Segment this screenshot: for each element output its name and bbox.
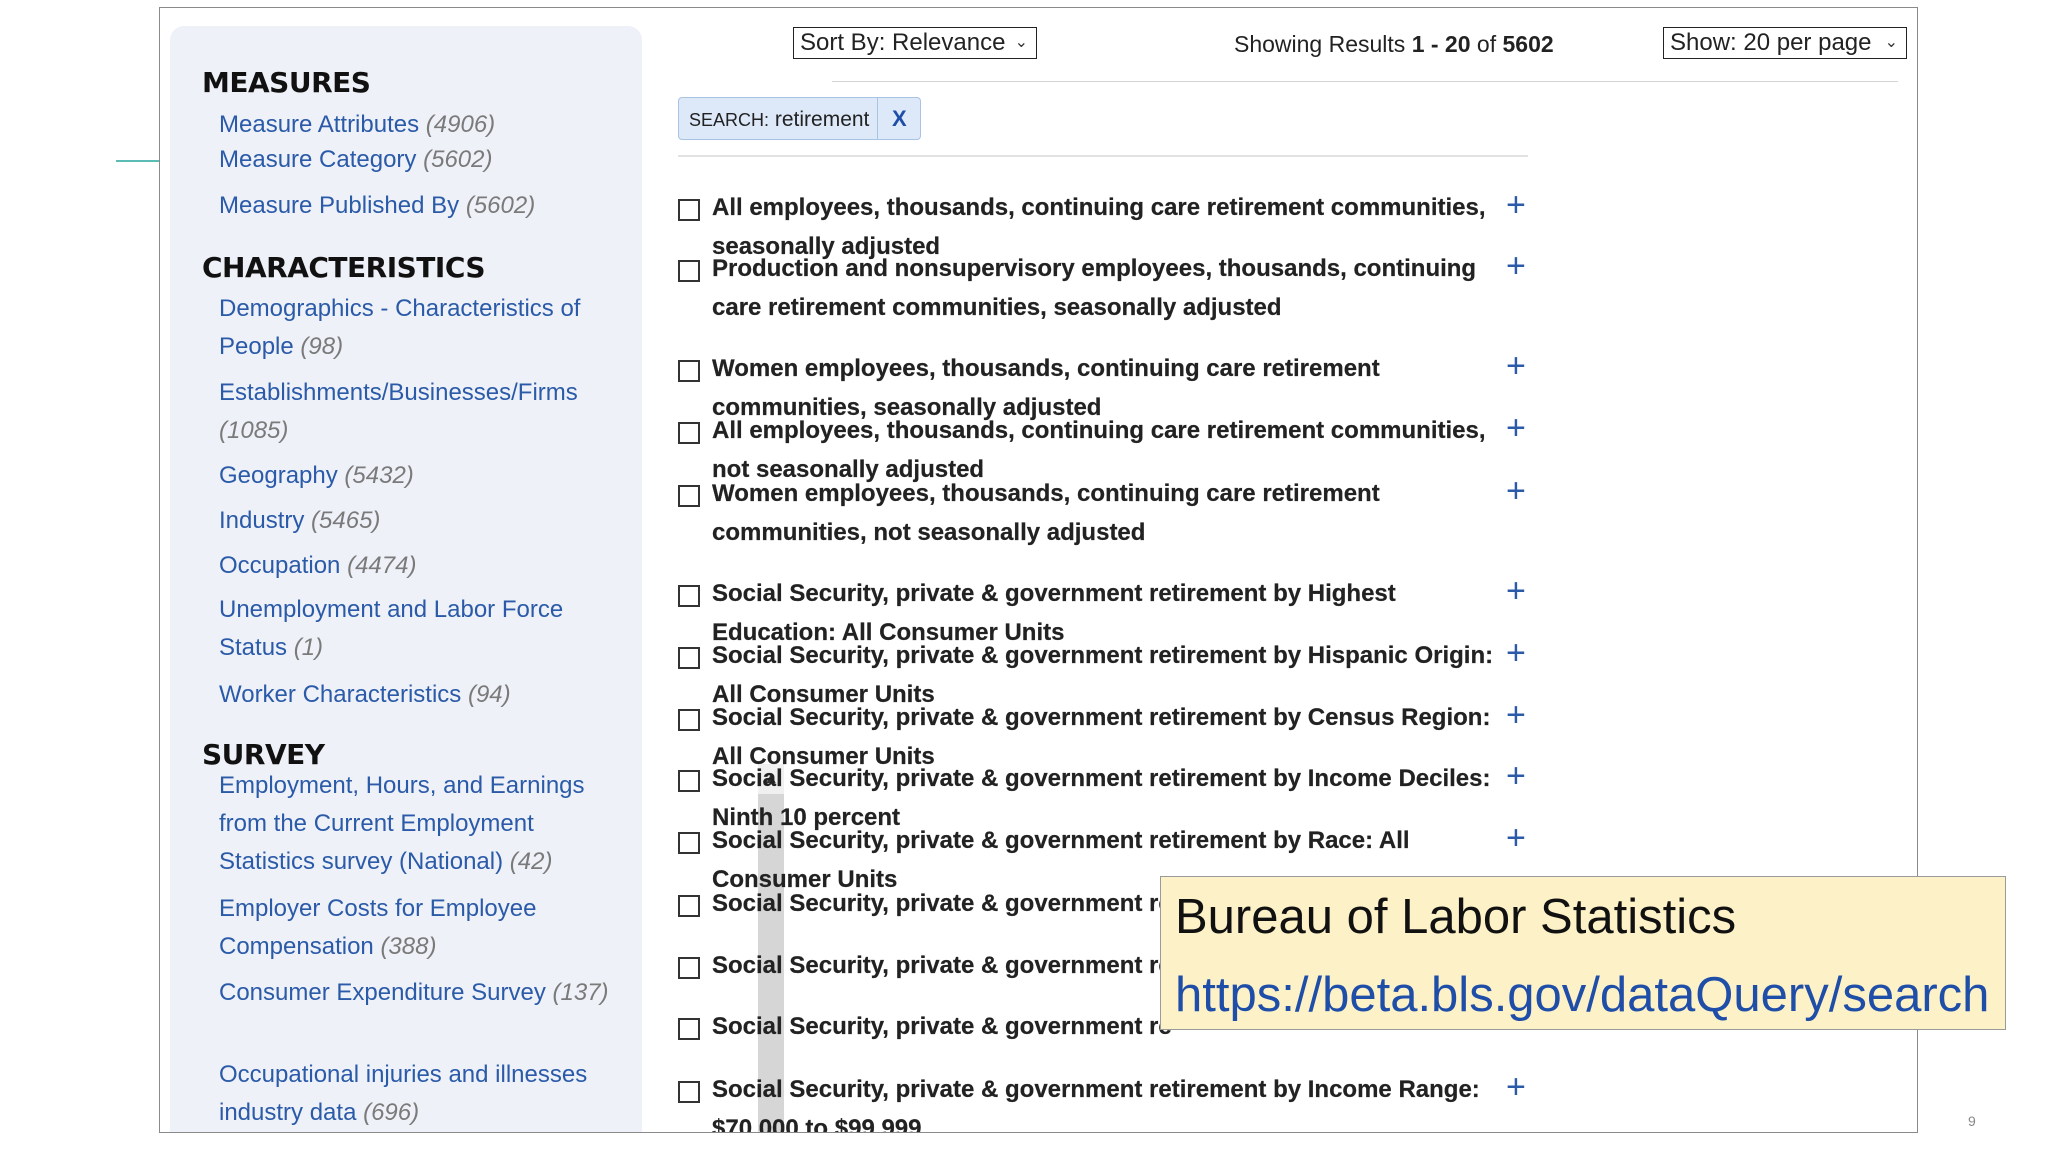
- results-divider: [678, 155, 1528, 157]
- facet-count: (4906): [425, 111, 496, 138]
- facet-unemployment[interactable]: Unemployment and Labor Force Status (1): [219, 591, 609, 667]
- facet-count: (5465): [311, 507, 381, 534]
- facet-measure-category[interactable]: Measure Category (5602): [219, 141, 609, 179]
- per-page-select[interactable]: Show: 20 per page ⌄: [1663, 27, 1907, 59]
- facet-label: Establishments/Businesses/Firms: [219, 379, 578, 406]
- per-page-value: Show: 20 per page: [1670, 29, 1872, 56]
- facet-label: Measure Attributes: [219, 111, 420, 138]
- plus-icon[interactable]: +: [1506, 1068, 1526, 1107]
- facet-demographics[interactable]: Demographics - Characteristics of People…: [219, 290, 609, 366]
- facet-establishments[interactable]: Establishments/Businesses/Firms (1085): [219, 374, 609, 450]
- chip-key: SEARCH:: [689, 110, 770, 130]
- callout-title: Bureau of Labor Statistics: [1175, 890, 1737, 944]
- facet-ces-survey[interactable]: Employment, Hours, and Earnings from the…: [219, 767, 609, 881]
- plus-icon[interactable]: +: [1506, 347, 1526, 386]
- plus-icon[interactable]: +: [1506, 572, 1526, 611]
- facet-label: Unemployment and Labor Force Status: [219, 596, 564, 661]
- facet-label: Consumer Expenditure Survey: [219, 979, 546, 1006]
- characteristics-heading: CHARACTERISTICS: [202, 251, 486, 284]
- facet-label: Worker Characteristics: [219, 681, 462, 708]
- facet-geography[interactable]: Geography (5432): [219, 457, 609, 495]
- plus-icon[interactable]: +: [1506, 757, 1526, 796]
- plus-icon[interactable]: +: [1506, 472, 1526, 511]
- facet-ecec[interactable]: Employer Costs for Employee Compensation…: [219, 890, 609, 966]
- slide-page-number: 9: [1968, 1113, 1976, 1129]
- plus-icon[interactable]: +: [1506, 634, 1526, 673]
- plus-icon[interactable]: +: [1506, 696, 1526, 735]
- facet-label: Geography: [219, 462, 338, 489]
- source-callout: Bureau of Labor Statistics https://beta.…: [1160, 876, 2006, 1030]
- facet-label: Measure Category: [219, 146, 417, 173]
- result-checkbox[interactable]: [678, 360, 700, 382]
- result-checkbox[interactable]: [678, 1081, 700, 1103]
- facet-measure-attributes[interactable]: Measure Attributes (4906): [219, 106, 609, 144]
- facet-consumer-expenditure[interactable]: Consumer Expenditure Survey (137): [219, 974, 609, 1012]
- slide-accent-line: [116, 160, 160, 162]
- result-title[interactable]: Women employees, thousands, continuing c…: [712, 474, 1492, 552]
- result-title[interactable]: Production and nonsupervisory employees,…: [712, 249, 1492, 327]
- chevron-down-icon: ⌄: [1014, 34, 1028, 51]
- result-checkbox[interactable]: [678, 585, 700, 607]
- facet-label: Industry: [219, 507, 305, 534]
- facet-count: (94): [467, 681, 511, 708]
- result-checkbox[interactable]: [678, 895, 700, 917]
- facet-occupation[interactable]: Occupation (4474): [219, 547, 609, 585]
- result-checkbox[interactable]: [678, 422, 700, 444]
- sort-by-value: Sort By: Relevance: [800, 29, 1006, 56]
- facet-count: (5602): [465, 192, 536, 219]
- result-title[interactable]: Social Security, private & government re…: [712, 1070, 1512, 1132]
- facet-label: Employer Costs for Employee Compensation: [219, 895, 537, 960]
- facet-count: (4474): [347, 552, 417, 579]
- facet-count: (1085): [219, 417, 289, 444]
- facet-count: (696): [363, 1099, 420, 1126]
- facet-industry[interactable]: Industry (5465): [219, 502, 609, 540]
- plus-icon[interactable]: +: [1506, 247, 1526, 286]
- callout-url-link[interactable]: https://beta.bls.gov/dataQuery/search: [1175, 967, 1989, 1023]
- results-total: 5602: [1502, 31, 1554, 57]
- facet-label: Demographics - Characteristics of People: [219, 295, 581, 360]
- results-prefix: Showing Results: [1234, 31, 1412, 57]
- facet-sidebar: MEASURES Measure Attributes (4906) Measu…: [170, 26, 642, 1132]
- facet-count: (137): [552, 979, 609, 1006]
- facet-count: (42): [509, 848, 553, 875]
- facet-count: (5432): [344, 462, 414, 489]
- result-checkbox[interactable]: [678, 832, 700, 854]
- chip-value: retirement: [774, 108, 870, 131]
- measures-heading: MEASURES: [202, 66, 371, 99]
- facet-count: (388): [380, 933, 437, 960]
- results-of: of: [1470, 31, 1503, 57]
- facet-count: (98): [300, 333, 344, 360]
- result-checkbox[interactable]: [678, 260, 700, 282]
- facet-measure-published-by[interactable]: Measure Published By (5602): [219, 187, 609, 225]
- plus-icon[interactable]: +: [1506, 819, 1526, 858]
- toolbar-divider: [832, 81, 1898, 82]
- facet-worker-characteristics[interactable]: Worker Characteristics (94): [219, 676, 609, 714]
- sort-by-select[interactable]: Sort By: Relevance ⌄: [793, 27, 1037, 59]
- result-checkbox[interactable]: [678, 1018, 700, 1040]
- result-checkbox[interactable]: [678, 770, 700, 792]
- facet-label: Measure Published By: [219, 192, 460, 219]
- results-range: 1 - 20: [1411, 31, 1471, 57]
- remove-filter-button[interactable]: X: [877, 98, 920, 139]
- result-checkbox[interactable]: [678, 709, 700, 731]
- facet-occupational-injuries[interactable]: Occupational injuries and illnesses indu…: [219, 1056, 609, 1132]
- search-filter-chip: SEARCH: retirement X: [678, 97, 922, 140]
- result-checkbox[interactable]: [678, 647, 700, 669]
- plus-icon[interactable]: +: [1506, 186, 1526, 225]
- facet-count: (5602): [423, 146, 493, 173]
- result-checkbox[interactable]: [678, 485, 700, 507]
- result-checkbox[interactable]: [678, 957, 700, 979]
- facet-label: Occupation: [219, 552, 341, 579]
- results-summary: Showing Results 1 - 20 of 5602: [1234, 31, 1554, 58]
- chevron-down-icon: ⌄: [1884, 34, 1898, 51]
- facet-count: (1): [293, 634, 324, 661]
- result-checkbox[interactable]: [678, 199, 700, 221]
- plus-icon[interactable]: +: [1506, 409, 1526, 448]
